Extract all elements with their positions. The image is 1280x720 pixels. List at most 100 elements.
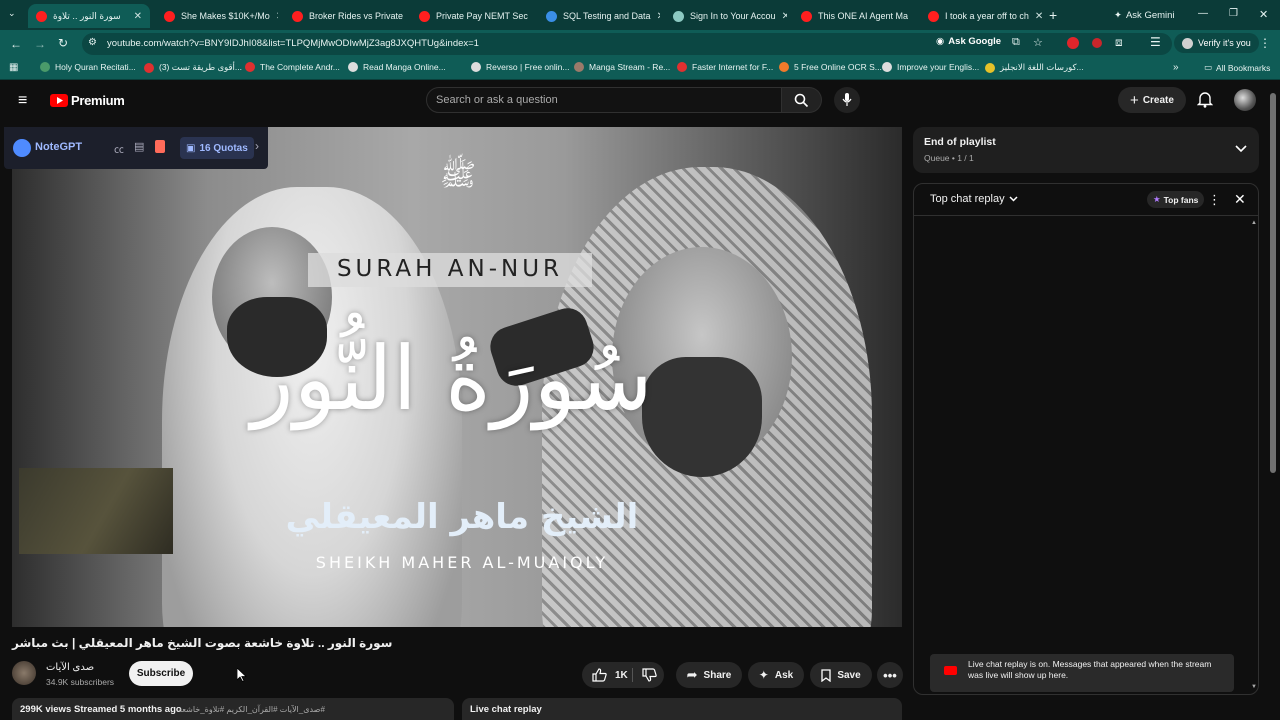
live-chat-replay-tab[interactable]: Live chat replay	[462, 698, 902, 720]
tab-sign-in[interactable]: Sign In to Your Accou ✕	[665, 4, 787, 28]
menu-hamburger-icon[interactable]: ≡	[18, 92, 27, 110]
chevron-right-icon[interactable]: ›	[255, 139, 259, 153]
tab-close-icon[interactable]: ✕	[908, 11, 915, 22]
tab-close-icon[interactable]: ✕	[270, 11, 278, 22]
tab-year-off[interactable]: I took a year off to ch ✕	[920, 4, 1042, 28]
tab-ai-agent[interactable]: This ONE AI Agent Ma ✕	[793, 4, 915, 28]
like-count[interactable]: 1K	[615, 670, 628, 681]
apps-grid-icon[interactable]: ▦	[9, 62, 18, 73]
extension-opera-icon[interactable]	[1067, 37, 1079, 49]
delete-icon[interactable]	[155, 140, 165, 153]
bookmark-item[interactable]: Improve your Englis...	[882, 62, 979, 72]
chat-close-icon[interactable]: ✕	[1234, 191, 1246, 208]
video-player[interactable]: ﷺ SURAH AN-NUR سُورَةُ النُّور الشيخ ماه…	[12, 127, 902, 627]
youtube-favicon-icon	[245, 62, 255, 72]
tab-title: Sign In to Your Accou	[690, 11, 776, 21]
tab-close-icon[interactable]: ✕	[776, 11, 787, 22]
bookmark-label: كورسات اللغة الانجليز...	[1000, 62, 1084, 72]
bookmark-label: Holy Quran Recitati...	[55, 62, 136, 72]
tab-private-pay-nemt[interactable]: Private Pay NEMT Sec ✕	[411, 4, 533, 28]
bookmark-item[interactable]: The Complete Andr...	[245, 62, 340, 72]
bookmark-item[interactable]: كورسات اللغة الانجليز...	[985, 62, 1084, 73]
youtube-favicon-icon	[419, 10, 430, 22]
bookmark-item[interactable]: 5 Free Online OCR S...	[779, 62, 882, 72]
dislike-thumb-icon[interactable]	[642, 668, 657, 682]
like-thumb-icon[interactable]	[592, 668, 607, 682]
share-button[interactable]: ➦ Share	[676, 662, 742, 688]
search-icon	[794, 93, 809, 108]
chevron-down-icon[interactable]	[1235, 145, 1247, 153]
more-horizontal-icon: •••	[883, 667, 897, 683]
tab-broker-rides[interactable]: Broker Rides vs Private ✕	[284, 4, 406, 28]
browser-menu-icon[interactable]: ⋮	[1259, 36, 1271, 50]
page-scrollbar-thumb[interactable]	[1270, 93, 1276, 473]
tab-sql-testing[interactable]: SQL Testing and Data ✕	[538, 4, 660, 28]
tab-surah-an-nur[interactable]: سورة النور .. تلاوة ✕	[28, 4, 150, 28]
divider	[632, 668, 633, 682]
tab-close-icon[interactable]: ✕	[128, 11, 142, 22]
all-bookmarks-button[interactable]: ▭ All Bookmarks	[1204, 62, 1270, 73]
top-fans-button[interactable]: ★ Top fans	[1147, 191, 1205, 208]
ask-gemini-button[interactable]: ✦ Ask Gemini	[1106, 5, 1183, 25]
install-app-icon[interactable]: ⧉	[1012, 36, 1020, 49]
reload-icon[interactable]: ↻	[58, 36, 68, 50]
notegpt-label[interactable]: NoteGPT	[35, 141, 82, 153]
channel-avatar[interactable]	[12, 661, 36, 685]
voice-search-button[interactable]	[834, 87, 860, 113]
scroll-up-icon[interactable]: ▲	[1251, 220, 1257, 226]
description-box[interactable]: 299K views Streamed 5 months ago #صدى_ال…	[12, 698, 454, 720]
save-button[interactable]: Save	[810, 662, 872, 688]
ask-google-button[interactable]: ◉ Ask Google	[936, 36, 1001, 47]
playlist-panel[interactable]: End of playlist Queue • 1 / 1	[913, 127, 1259, 173]
bookmarks-overflow-icon[interactable]: »	[1173, 62, 1179, 73]
chat-more-vertical-icon[interactable]: ⋮	[1208, 192, 1221, 208]
bookmark-star-icon[interactable]: ☆	[1033, 36, 1043, 49]
bookmark-item[interactable]: Read Manga Online...	[348, 62, 446, 72]
reading-list-icon[interactable]: ☰	[1150, 35, 1161, 49]
youtube-favicon-icon	[164, 10, 175, 22]
chat-mode-dropdown[interactable]: Top chat replay	[930, 193, 1018, 205]
tab-close-icon[interactable]: ✕	[403, 11, 406, 22]
create-button[interactable]: + Create	[1118, 87, 1186, 113]
subscribe-button[interactable]: Subscribe	[129, 661, 193, 686]
captions-icon[interactable]: ㏄	[114, 141, 124, 156]
hashtags[interactable]: #صدى_الآيات #القرآن_الكريم #تلاوة_خاشعة	[178, 705, 325, 714]
scroll-down-icon[interactable]: ▼	[1251, 684, 1257, 690]
tab-she-makes[interactable]: She Makes $10K+/Mo ✕	[156, 4, 278, 28]
url-text[interactable]: youtube.com/watch?v=BNY9IDJhI08&list=TLP…	[107, 38, 479, 49]
bookmark-item[interactable]: Reverso | Free onlin...	[471, 62, 569, 72]
extension-record-icon[interactable]	[1092, 38, 1102, 48]
bookmark-item[interactable]: Holy Quran Recitati...	[40, 62, 136, 72]
notifications-bell-icon[interactable]	[1197, 91, 1213, 108]
tab-search-chevron-icon[interactable]: ⌄	[8, 8, 16, 19]
notes-icon[interactable]: ▤	[134, 140, 144, 153]
bookmark-item[interactable]: Faster Internet for F...	[677, 62, 773, 72]
address-bar[interactable]: ⚙ youtube.com/watch?v=BNY9IDJhI08&list=T…	[82, 33, 1172, 55]
new-tab-icon[interactable]: +	[1049, 7, 1057, 23]
youtube-logo[interactable]: Premium	[50, 93, 125, 108]
search-input[interactable]: Search or ask a question	[426, 87, 782, 113]
verify-profile-button[interactable]: Verify it's you	[1174, 33, 1259, 53]
chat-scrollbar[interactable]: ▲ ▼	[1251, 220, 1257, 690]
quotas-button[interactable]: ▣ 16 Quotas	[180, 137, 254, 159]
site-info-icon[interactable]: ⚙	[88, 37, 97, 48]
back-icon[interactable]: ←	[10, 37, 22, 51]
minimize-icon[interactable]: —	[1198, 8, 1208, 19]
tab-close-icon[interactable]: ✕	[1029, 11, 1042, 22]
tab-close-icon[interactable]: ✕	[651, 11, 660, 22]
youtube-play-icon	[50, 94, 68, 107]
bookmark-item[interactable]: (3) أقوى طريقة تست...	[144, 62, 242, 73]
forward-icon[interactable]: →	[34, 37, 46, 51]
extensions-puzzle-icon[interactable]: ⧈	[1115, 35, 1123, 50]
tab-title: سورة النور .. تلاوة	[53, 10, 121, 21]
maximize-icon[interactable]: ❐	[1229, 8, 1238, 19]
account-avatar[interactable]	[1234, 89, 1256, 111]
bookmark-item[interactable]: Manga Stream - Re...	[574, 62, 670, 72]
tab-close-icon[interactable]: ✕	[528, 11, 533, 22]
ask-button[interactable]: ✦ Ask	[748, 662, 804, 688]
channel-name[interactable]: صدى الآيات	[46, 662, 94, 673]
search-button[interactable]	[782, 87, 822, 113]
bookmarks-bar: ▦ Holy Quran Recitati... (3) أقوى طريقة …	[0, 58, 1280, 80]
close-window-icon[interactable]: ✕	[1259, 8, 1268, 21]
more-actions-button[interactable]: •••	[877, 662, 903, 688]
